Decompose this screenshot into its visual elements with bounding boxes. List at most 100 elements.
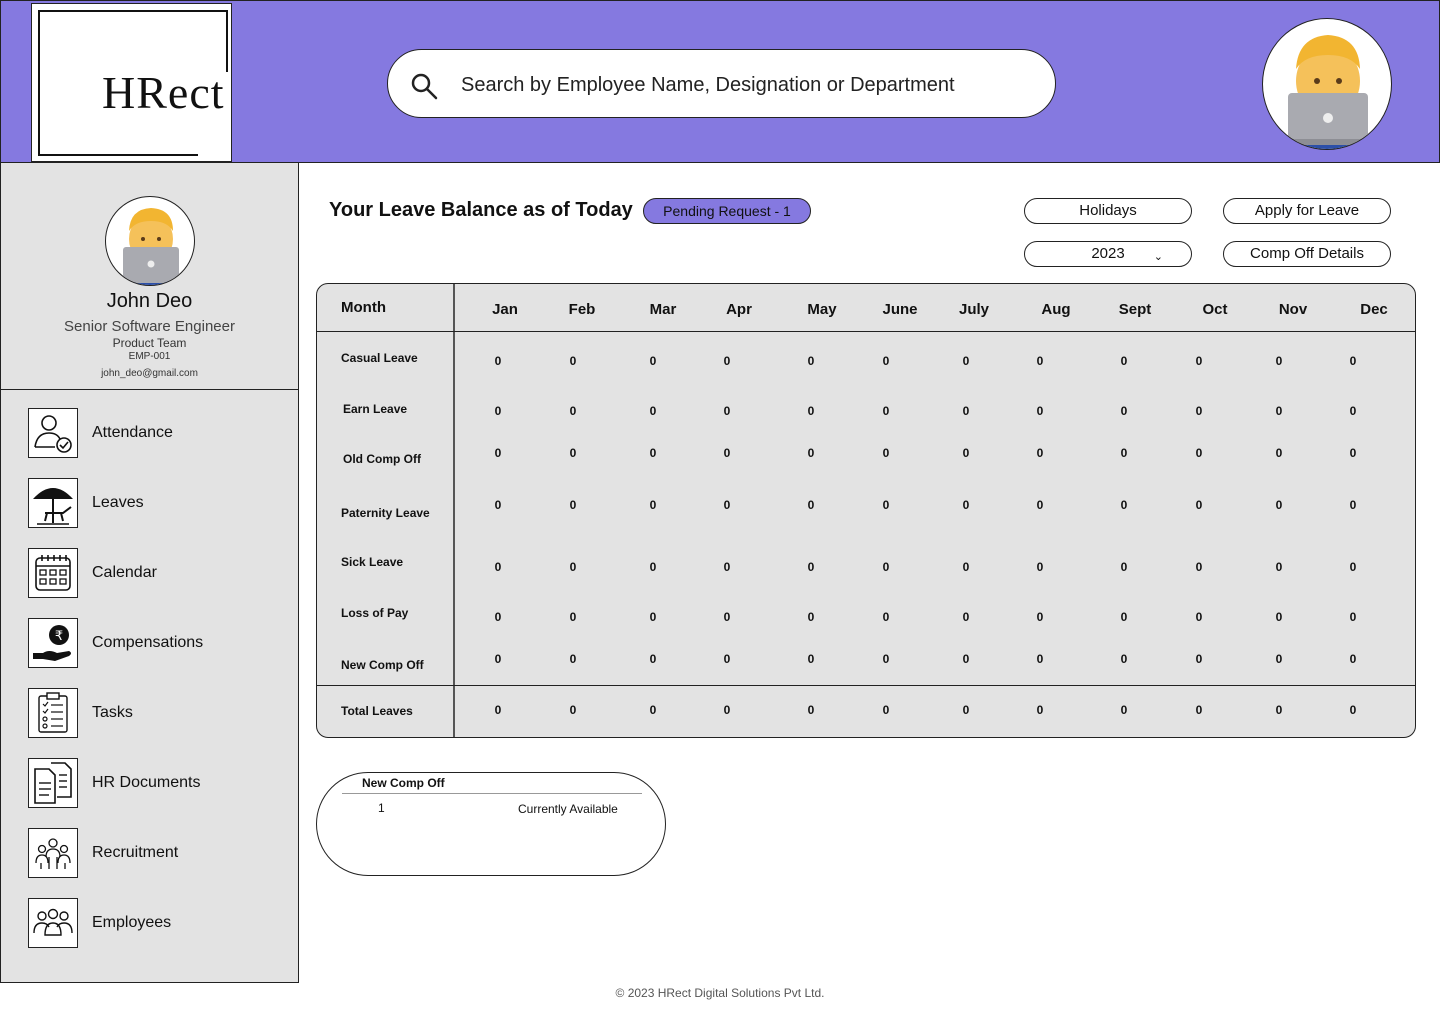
documents-icon xyxy=(28,758,78,808)
table-cell: 0 xyxy=(1349,498,1357,512)
table-cell: 0 xyxy=(1195,498,1203,512)
table-cell: 0 xyxy=(569,404,577,418)
sidebar-item-employees[interactable]: Employees xyxy=(28,898,288,948)
profile-name: John Deo xyxy=(106,290,193,312)
sidebar-item-calendar[interactable]: Calendar xyxy=(28,548,288,598)
row-label: New Comp Off xyxy=(341,658,424,672)
table-cell: 0 xyxy=(1195,652,1203,666)
user-avatar[interactable] xyxy=(1262,18,1392,150)
holidays-button[interactable]: Holidays xyxy=(1024,198,1192,224)
table-cell: 0 xyxy=(807,652,815,666)
sidebar-item-label: Tasks xyxy=(92,704,133,721)
month-header: Jan xyxy=(492,301,518,318)
comp-off-title: New Comp Off xyxy=(362,776,445,790)
table-cell: 0 xyxy=(649,498,657,512)
table-cell: 0 xyxy=(1036,404,1044,418)
table-cell: 0 xyxy=(1120,560,1128,574)
table-cell: 0 xyxy=(1036,610,1044,624)
sidebar-item-attendance[interactable]: Attendance xyxy=(28,408,288,458)
table-cell: 0 xyxy=(1349,354,1357,368)
month-header: Dec xyxy=(1360,301,1388,318)
sidebar-item-hr-documents[interactable]: HR Documents xyxy=(28,758,288,808)
row-label: Old Comp Off xyxy=(343,452,421,466)
table-cell: 0 xyxy=(723,560,731,574)
table-cell: 0 xyxy=(1120,446,1128,460)
table-cell: 0 xyxy=(807,354,815,368)
row-label: Loss of Pay xyxy=(341,606,409,620)
table-cell: 0 xyxy=(1036,560,1044,574)
table-cell: 0 xyxy=(494,404,502,418)
sidebar-item-tasks[interactable]: Tasks xyxy=(28,688,288,738)
total-cell: 0 xyxy=(1120,703,1128,717)
sidebar-item-label: Calendar xyxy=(92,564,157,581)
month-header: Oct xyxy=(1202,301,1228,318)
table-cell: 0 xyxy=(882,446,890,460)
table-cell: 0 xyxy=(1275,446,1283,460)
table-cell: 0 xyxy=(882,610,890,624)
comp-off-details-button[interactable]: Comp Off Details xyxy=(1223,241,1391,267)
sidebar-item-label: Attendance xyxy=(92,424,173,441)
month-column-header: Month xyxy=(341,299,386,316)
table-cell: 0 xyxy=(1195,610,1203,624)
table-cell: 0 xyxy=(807,404,815,418)
search-input[interactable]: Search by Employee Name, Designation or … xyxy=(461,74,955,97)
table-cell: 0 xyxy=(494,560,502,574)
beach-umbrella-icon xyxy=(28,478,78,528)
sidebar-item-recruitment[interactable]: Recruitment xyxy=(28,828,288,878)
table-cell: 0 xyxy=(649,354,657,368)
table-cell: 0 xyxy=(1120,498,1128,512)
total-cell: 0 xyxy=(569,703,577,717)
table-cell: 0 xyxy=(1349,560,1357,574)
profile-role: Senior Software Engineer xyxy=(64,318,235,335)
row-label: Sick Leave xyxy=(341,555,404,569)
calendar-icon xyxy=(28,548,78,598)
recruitment-icon xyxy=(28,828,78,878)
table-cell: 0 xyxy=(569,354,577,368)
sidebar-item-compensations[interactable]: ₹ Compensations xyxy=(28,618,288,668)
profile-email[interactable]: john_deo@gmail.com xyxy=(1,368,298,379)
apply-leave-button[interactable]: Apply for Leave xyxy=(1223,198,1391,224)
table-cell: 0 xyxy=(882,560,890,574)
table-cell: 0 xyxy=(723,610,731,624)
table-cell: 0 xyxy=(649,404,657,418)
sidebar: John Deo Senior Software Engineer Produc… xyxy=(0,163,299,983)
profile-avatar[interactable] xyxy=(105,196,195,286)
row-label: Casual Leave xyxy=(341,351,418,365)
sidebar-item-label: Recruitment xyxy=(92,844,179,861)
table-cell: 0 xyxy=(807,560,815,574)
month-header: Aug xyxy=(1041,301,1071,318)
table-cell: 0 xyxy=(649,610,657,624)
month-header: Apr xyxy=(726,301,752,318)
month-header: Mar xyxy=(649,301,677,318)
table-cell: 0 xyxy=(494,354,502,368)
total-cell: 0 xyxy=(649,703,657,717)
table-cell: 0 xyxy=(807,610,815,624)
table-cell: 0 xyxy=(569,610,577,624)
profile-card: John Deo Senior Software Engineer Produc… xyxy=(1,163,298,390)
total-cell: 0 xyxy=(1195,703,1203,717)
year-select[interactable]: 2023 ⌄ xyxy=(1024,241,1192,267)
profile-team: Product Team xyxy=(112,336,187,350)
table-cell: 0 xyxy=(569,446,577,460)
total-cell: 0 xyxy=(1036,703,1044,717)
search-bar[interactable]: Search by Employee Name, Designation or … xyxy=(387,49,1056,118)
month-header: Feb xyxy=(568,301,596,318)
table-cell: 0 xyxy=(649,446,657,460)
top-header: HRect Search by Employee Name, Designati… xyxy=(0,0,1440,163)
table-cell: 0 xyxy=(494,446,502,460)
table-cell: 0 xyxy=(1349,610,1357,624)
table-cell: 0 xyxy=(1195,354,1203,368)
sidebar-item-leaves[interactable]: Leaves xyxy=(28,478,288,528)
search-icon[interactable] xyxy=(410,72,438,100)
month-header: May xyxy=(807,301,837,318)
pending-request-badge[interactable]: Pending Request - 1 xyxy=(643,198,811,224)
table-cell: 0 xyxy=(723,652,731,666)
total-row-label: Total Leaves xyxy=(341,704,413,718)
table-cell: 0 xyxy=(962,610,970,624)
table-cell: 0 xyxy=(882,354,890,368)
table-cell: 0 xyxy=(723,498,731,512)
row-label: Earn Leave xyxy=(343,402,408,416)
table-cell: 0 xyxy=(1349,404,1357,418)
logo[interactable]: HRect xyxy=(31,3,232,162)
total-cell: 0 xyxy=(882,703,890,717)
